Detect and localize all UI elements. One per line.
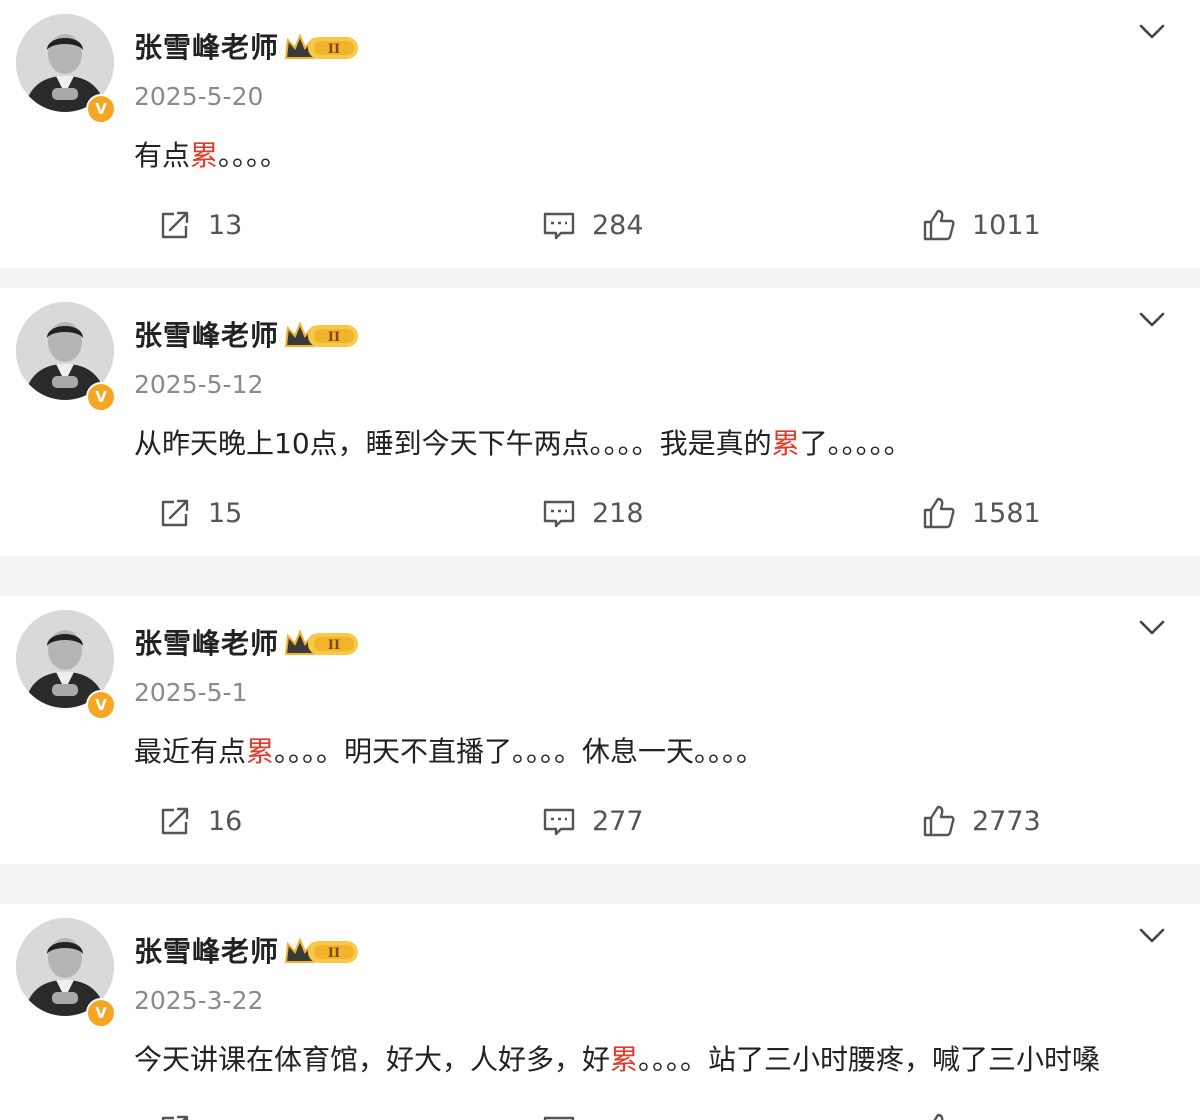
highlight-keyword: 累 — [610, 1043, 639, 1076]
crown-member-badge-icon[interactable]: II — [284, 628, 360, 658]
action-bar: 15 218 1581 — [0, 488, 1200, 538]
repost-count: 13 — [208, 209, 243, 241]
chevron-down-icon[interactable] — [1136, 20, 1168, 44]
verified-v-icon: V — [86, 94, 116, 124]
verified-v-icon: V — [86, 998, 116, 1028]
text-segment: 。。。。明天不直播了。。。。休息一天。。。。 — [274, 735, 765, 768]
like-button[interactable]: 1011 — [922, 200, 1041, 250]
highlight-keyword: 累 — [190, 139, 219, 172]
post-text: 有点累。。。。 — [134, 136, 1174, 176]
like-count: 1581 — [972, 497, 1041, 529]
repost-icon — [161, 807, 189, 835]
text-segment: 最近有点 — [134, 735, 247, 768]
repost-button[interactable]: 15 — [158, 488, 242, 538]
highlight-keyword: 累 — [771, 427, 800, 460]
repost-icon — [161, 211, 189, 239]
post-card: V 张雪峰老师 II 2025-5-20 有点累。。。。 13 284 1011 — [0, 0, 1200, 268]
text-segment: 。。。。站了三小时腰疼，喊了三小时嗓 — [638, 1043, 1101, 1076]
comment-count: 218 — [592, 497, 644, 529]
thumbs-up-icon — [923, 209, 955, 241]
repost-button[interactable] — [158, 1104, 208, 1120]
post-date: 2025-5-1 — [134, 678, 248, 707]
repost-icon — [161, 499, 189, 527]
repost-count: 16 — [208, 805, 243, 837]
thumbs-up-icon — [923, 497, 955, 529]
member-level: II — [328, 638, 340, 653]
comment-icon — [543, 808, 575, 836]
thumbs-up-icon — [923, 805, 955, 837]
crown-member-badge-icon[interactable]: II — [284, 936, 360, 966]
comment-button[interactable]: 277 — [542, 796, 644, 846]
text-segment: 有点 — [134, 139, 191, 172]
post-card: V 张雪峰老师 II 2025-3-22 今天讲课在体育馆，好大，人好多，好累。… — [0, 904, 1200, 1120]
chevron-down-icon[interactable] — [1136, 924, 1168, 948]
post-date: 2025-3-22 — [134, 986, 264, 1015]
comment-count: 284 — [592, 209, 644, 241]
comment-button[interactable]: 284 — [542, 200, 644, 250]
member-level: II — [328, 330, 340, 345]
comment-button[interactable]: 218 — [542, 488, 644, 538]
repost-icon — [161, 1115, 189, 1120]
author-name[interactable]: 张雪峰老师 — [134, 622, 279, 662]
author-name[interactable]: 张雪峰老师 — [134, 314, 279, 354]
text-segment: 了。。。。。 — [799, 427, 912, 460]
text-segment: 。。。。 — [218, 139, 289, 172]
member-level: II — [328, 42, 340, 57]
weibo-feed: V 张雪峰老师 II 2025-5-20 有点累。。。。 13 284 1011… — [0, 0, 1200, 1120]
text-segment: 从昨天晚上10点，睡到今天下午两点。。。。我是真的 — [134, 427, 772, 460]
verified-v-icon: V — [86, 690, 116, 720]
highlight-keyword: 累 — [246, 735, 275, 768]
post-date: 2025-5-12 — [134, 370, 264, 399]
post-card: V 张雪峰老师 II 2025-5-1 最近有点累。。。。明天不直播了。。。。休… — [0, 596, 1200, 864]
chevron-down-icon[interactable] — [1136, 616, 1168, 640]
post-date: 2025-5-20 — [134, 82, 264, 111]
author-name[interactable]: 张雪峰老师 — [134, 26, 279, 66]
like-count: 2773 — [972, 805, 1041, 837]
thumbs-up-icon — [933, 1113, 944, 1120]
text-segment: 今天讲课在体育馆，好大，人好多，好 — [134, 1043, 611, 1076]
crown-member-badge-icon[interactable]: II — [284, 32, 360, 62]
like-button[interactable]: 2773 — [922, 796, 1041, 846]
like-button[interactable] — [922, 1104, 972, 1120]
post-text: 从昨天晚上10点，睡到今天下午两点。。。。我是真的累了。。。。。 — [134, 424, 1174, 464]
comment-icon — [543, 212, 575, 240]
author-name[interactable]: 张雪峰老师 — [134, 930, 279, 970]
repost-count: 15 — [208, 497, 243, 529]
verified-v-icon: V — [86, 382, 116, 412]
action-bar: 16 277 2773 — [0, 796, 1200, 846]
member-level: II — [328, 946, 340, 961]
post-card: V 张雪峰老师 II 2025-5-12 从昨天晚上10点，睡到今天下午两点。。… — [0, 288, 1200, 556]
crown-member-badge-icon[interactable]: II — [284, 320, 360, 350]
post-text: 今天讲课在体育馆，好大，人好多，好累。。。。站了三小时腰疼，喊了三小时嗓 — [134, 1040, 1174, 1080]
comment-count: 277 — [592, 805, 644, 837]
repost-button[interactable]: 13 — [158, 200, 242, 250]
like-button[interactable]: 1581 — [922, 488, 1041, 538]
comment-icon — [543, 500, 575, 528]
comment-icon — [543, 1116, 575, 1120]
repost-button[interactable]: 16 — [158, 796, 242, 846]
chevron-down-icon[interactable] — [1136, 308, 1168, 332]
comment-button[interactable] — [542, 1104, 592, 1120]
post-text: 最近有点累。。。。明天不直播了。。。。休息一天。。。。 — [134, 732, 1174, 772]
action-bar: 13 284 1011 — [0, 200, 1200, 250]
like-count: 1011 — [972, 209, 1041, 241]
action-bar — [0, 1104, 1200, 1120]
